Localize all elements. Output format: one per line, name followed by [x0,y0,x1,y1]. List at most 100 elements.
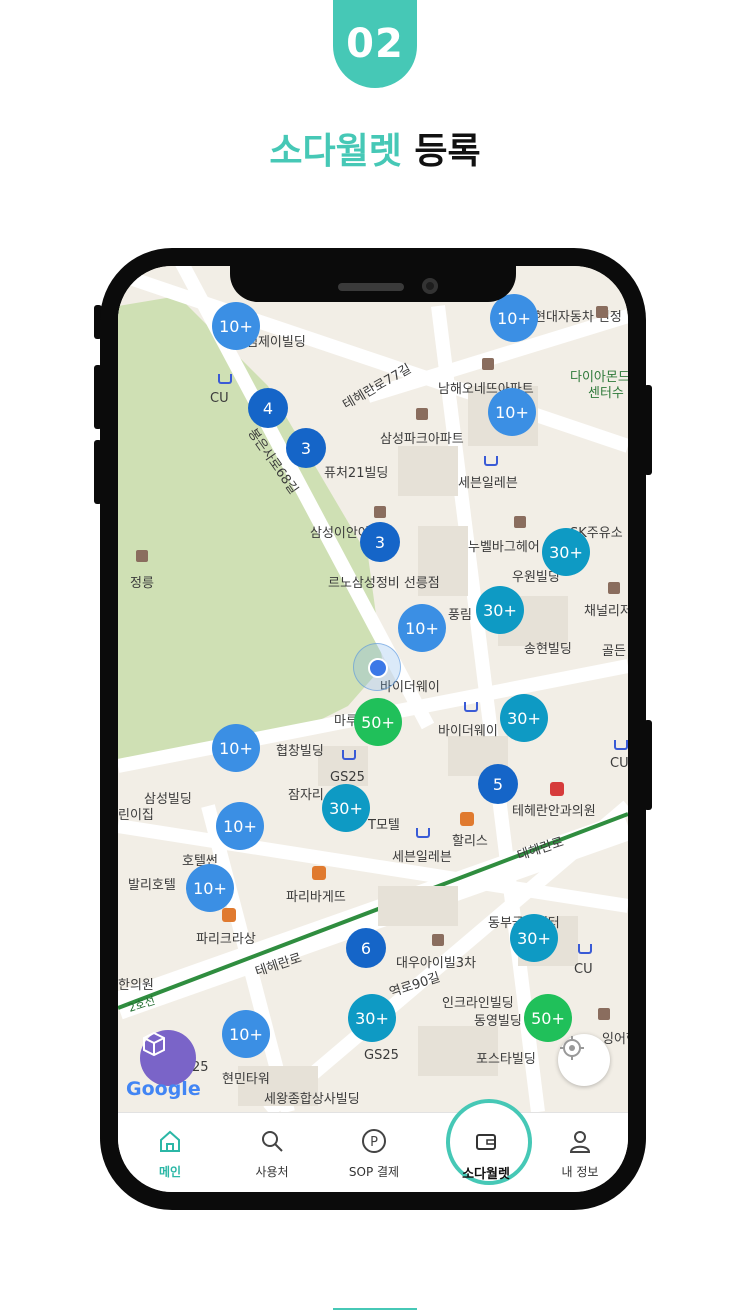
map-label: GS25 [330,770,365,785]
map-label: 세왕종합상사빌딩 [264,1092,360,1107]
map-view[interactable]: 엠제이빌딩 CU 테헤란로77길 남해오네뜨아파트 다이아몬드 센터수 현대자동… [118,266,628,1112]
map-label: 풍림 [448,608,472,623]
cluster-marker[interactable]: 30+ [542,528,590,576]
tab-sop-pay[interactable]: P SOP 결제 [324,1113,424,1192]
camera-icon [422,278,438,294]
search-icon [262,1131,283,1152]
wallet-icon [476,1134,496,1150]
landmark-icon [136,550,148,562]
store-marker-icon [218,374,232,384]
map-label: 누벨바그헤어 [468,540,540,555]
home-marker-icon [514,516,526,528]
step-badge: 02 [333,0,417,88]
map-label: 할리스 [452,834,488,849]
map-label: 포스타빌딩 [476,1052,536,1067]
cluster-marker[interactable]: 30+ [322,784,370,832]
google-logo: Google [126,1078,201,1100]
cluster-marker[interactable]: 10+ [222,1010,270,1058]
home-marker-icon [482,358,494,370]
store-marker-icon [416,828,430,838]
phone-frame: 엠제이빌딩 CU 테헤란로77길 남해오네뜨아파트 다이아몬드 센터수 현대자동… [100,248,646,1210]
clinic-marker-icon [550,782,564,796]
cluster-marker[interactable]: 30+ [348,994,396,1042]
school-marker-icon [598,1008,610,1020]
map-label: 골든 [602,644,626,659]
step-number: 02 [346,21,404,67]
map-label: 르노삼성정비 선릉점 [328,576,440,591]
map-label: 협창빌딩 [276,744,324,759]
home-marker-icon [596,306,608,318]
my-location-button[interactable] [558,1034,610,1086]
cube-icon [143,1031,165,1057]
current-location-icon [368,658,388,678]
cluster-marker[interactable]: 5 [478,764,518,804]
home-icon [160,1130,180,1152]
tab-merchants[interactable]: 사용처 [222,1113,322,1192]
map-label: 잉어학 [602,1032,628,1047]
cluster-marker[interactable]: 10+ [398,604,446,652]
store-marker-icon [614,740,628,750]
map-label: CU [610,756,628,771]
store-marker-icon [464,702,478,712]
tab-main[interactable]: 메인 [120,1113,220,1192]
svg-text:P: P [370,1135,378,1150]
map-label: 송현빌딩 [524,642,572,657]
map-label: T모텔 [368,818,400,833]
cluster-marker[interactable]: 10+ [488,388,536,436]
tab-label: 사용처 [255,1165,289,1179]
tab-my-info[interactable]: 내 정보 [530,1113,628,1192]
cluster-marker[interactable]: 30+ [500,694,548,742]
cluster-marker[interactable]: 10+ [490,294,538,342]
map-label: 정릉 [130,576,154,591]
cluster-marker[interactable]: 10+ [216,802,264,850]
tab-label: SOP 결제 [348,1165,400,1179]
map-label: 퓨처21빌딩 [324,466,389,481]
cluster-marker[interactable]: 10+ [186,864,234,912]
map-label: 현민타워 [222,1072,270,1087]
tab-soda-wallet[interactable]: 소다월렛 [436,1099,536,1192]
map-label: 인크라인빌딩 [442,996,514,1011]
map-label: GS25 [364,1048,399,1063]
map-label: 파리크라상 [196,932,256,947]
store-marker-icon [578,944,592,954]
cluster-marker[interactable]: 30+ [476,586,524,634]
map-label: 현대자동차 선정 [534,310,622,325]
cafe-marker-icon [460,812,474,826]
home-marker-icon [608,582,620,594]
cluster-marker[interactable]: 10+ [212,724,260,772]
map-label: 테헤란안과의원 [512,804,596,819]
bakery-marker-icon [222,908,236,922]
bottom-divider [333,1308,417,1310]
tab-label: 소다월렛 [462,1167,510,1182]
speaker [338,283,404,291]
title-accent: 소다월렛 [269,131,402,172]
store-marker-icon [342,750,356,760]
map-label: 세븐일레븐 [458,476,518,491]
map-label: 채널리저 [584,604,628,619]
cluster-marker[interactable]: 3 [286,428,326,468]
cluster-marker[interactable]: 6 [346,928,386,968]
home-marker-icon [374,506,386,518]
pay-icon: P [362,1129,386,1153]
page-title: 소다월렛 등록 [0,122,750,174]
cluster-marker[interactable]: 3 [360,522,400,562]
cluster-marker[interactable]: 10+ [212,302,260,350]
phone-screen: 엠제이빌딩 CU 테헤란로77길 남해오네뜨아파트 다이아몬드 센터수 현대자동… [118,266,628,1192]
map-label: 세븐일레븐 [392,850,452,865]
cluster-marker[interactable]: 4 [248,388,288,428]
cluster-marker[interactable]: 30+ [510,914,558,962]
home-marker-icon [416,408,428,420]
home-marker-icon [432,934,444,946]
tab-label: 내 정보 [561,1165,599,1179]
map-label: 동영빌딩 [474,1014,522,1029]
map-label: 잠자리 [288,788,324,803]
map-label: 한의원 [118,978,154,993]
cluster-marker[interactable]: 50+ [354,698,402,746]
map-label: 삼성파크아파트 [380,432,464,447]
crosshair-icon [560,1036,584,1060]
map-label: 린이집 [118,808,154,823]
map-label: 센터수 [588,386,624,401]
notch [230,266,516,302]
user-icon [569,1131,591,1153]
store-marker-icon [484,456,498,466]
